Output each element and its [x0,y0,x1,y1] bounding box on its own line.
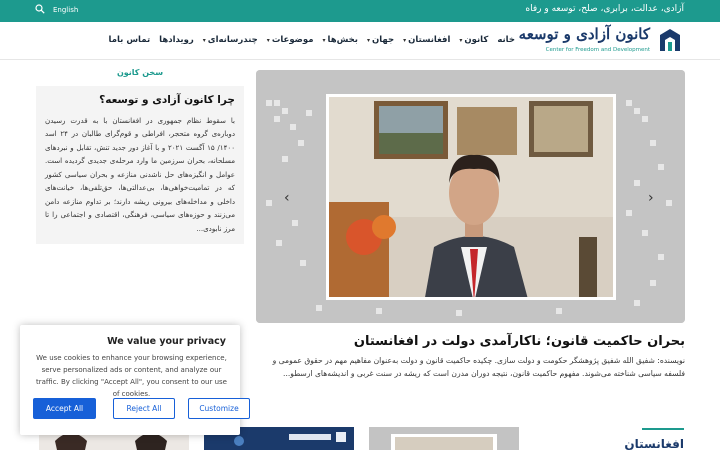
featured-photo[interactable] [326,94,616,300]
nav-item-8[interactable]: رویدادها [159,35,194,45]
cookie-text: We use cookies to enhance your browsing … [36,354,227,398]
chevron-down-icon: ▾ [202,36,206,44]
nav-item-label: خانه [497,35,515,45]
nav-item-9[interactable]: تماس باما [109,35,151,45]
chevron-down-icon: ▾ [266,36,270,44]
cookie-title: We value your privacy [107,336,226,347]
logo-name-fa: کانون آزادی و توسعه [518,25,650,43]
nav-item-label: موضوعات [271,35,314,45]
menu-bar: خانه کانون ▾ افغانستان ▾ جهان ▾ بخش‌ها ▾ موضوعات ▾… [100,35,515,45]
about-card[interactable]: چرا کانون آزادی و توسعه؟ با سقوط نظام جم… [36,86,244,244]
nav-item-label: بخش‌ها [327,35,358,45]
search-icon[interactable] [35,4,45,14]
nav-item-5[interactable]: بخش‌ها ▾ [323,35,358,45]
afghanistan-section-title[interactable]: افغانستان [624,437,684,451]
nav-item-label: رویدادها [159,35,194,45]
nav-item-label: تماس باما [108,35,151,45]
nav-item-label: افغانستان [408,35,451,45]
chevron-down-icon: ▾ [459,36,463,44]
thumbnail-image-3 [369,427,519,450]
logo-name-en: Center for Freedom and Development [545,47,650,53]
site-logo[interactable]: کانون آزادی و توسعه Center for Freedom a… [519,25,684,59]
nav-item-1[interactable]: خانه [497,35,515,45]
nav-item-label: جهان [371,35,395,45]
featured-headline[interactable]: بحران حاکمیت قانون؛ ناکارآمدی دولت در اف… [354,334,685,349]
news-thumbnail-3[interactable] [369,427,519,450]
main-navigation: کانون آزادی و توسعه Center for Freedom a… [0,22,720,60]
sidebar-section-title: سخن کانون [116,68,164,77]
logo-emblem-icon [660,29,680,51]
slider-next-arrow-icon[interactable]: › [648,190,654,206]
customize-button[interactable]: Customize [188,398,250,419]
about-card-text: با سقوط نظام جمهوری در افغانستان با به ق… [45,116,236,233]
language-link[interactable]: English [53,6,78,14]
section-accent-line [642,428,684,430]
nav-item-2[interactable]: کانون ▾ [459,35,488,45]
chevron-down-icon: ▾ [366,36,370,44]
chevron-down-icon: ▾ [322,36,326,44]
nav-item-7[interactable]: چندرسانه‌ای ▾ [203,35,258,45]
nav-item-label: چندرسانه‌ای [207,35,258,45]
accept-all-button[interactable]: Accept All [33,398,96,419]
speaker-portrait-image [329,97,613,297]
featured-slider[interactable]: ‹ › [256,70,685,323]
nav-item-label: کانون [464,35,489,45]
chevron-down-icon: ▾ [403,36,407,44]
nav-item-6[interactable]: موضوعات ▾ [267,35,314,45]
tagline: آزادی، عدالت، برابری، صلح، توسعه و رفاه [525,4,684,14]
about-card-title[interactable]: چرا کانون آزادی و توسعه؟ [45,94,235,106]
reject-all-button[interactable]: Reject All [113,398,175,419]
top-bar: آزادی، عدالت، برابری، صلح، توسعه و رفاه … [0,0,720,22]
cookie-consent-banner: We value your privacy We use cookies to … [20,325,250,435]
nav-item-3[interactable]: افغانستان ▾ [403,35,450,45]
featured-summary: نویسنده: شفیق الله شفیق پژوهشگر حکومت و … [272,356,685,378]
slider-prev-arrow-icon[interactable]: ‹ [284,190,290,206]
nav-item-4[interactable]: جهان ▾ [367,35,394,45]
